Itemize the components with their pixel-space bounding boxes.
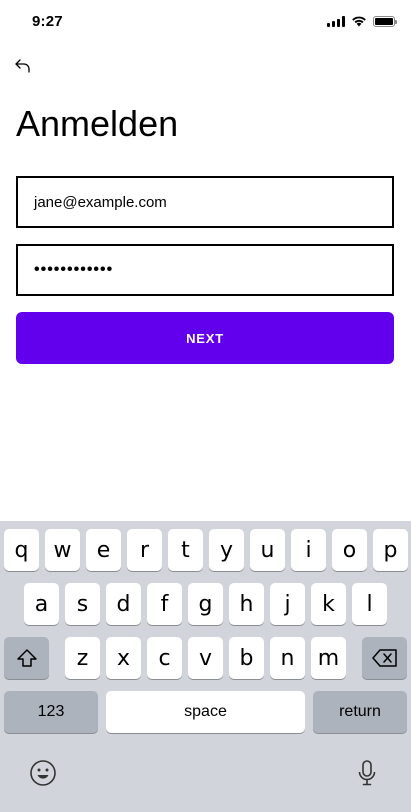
password-value: ••••••••••••	[34, 261, 114, 278]
key-s[interactable]: s	[65, 583, 100, 625]
key-v[interactable]: v	[188, 637, 223, 679]
key-w[interactable]: w	[45, 529, 80, 571]
key-i[interactable]: i	[291, 529, 326, 571]
microphone-button[interactable]	[353, 757, 381, 789]
back-arrow-icon	[15, 59, 30, 73]
emoji-icon	[30, 760, 56, 786]
key-f[interactable]: f	[147, 583, 182, 625]
backspace-icon	[371, 649, 397, 667]
status-icons	[327, 15, 397, 27]
key-a[interactable]: a	[24, 583, 59, 625]
keyboard: q w e r t y u i o p a s d f g h j k l z …	[0, 521, 411, 812]
key-q[interactable]: q	[4, 529, 39, 571]
space-key[interactable]: space	[106, 691, 305, 733]
email-field[interactable]: jane@example.com	[16, 176, 394, 228]
key-h[interactable]: h	[229, 583, 264, 625]
numbers-key[interactable]: 123	[4, 691, 98, 733]
key-r[interactable]: r	[127, 529, 162, 571]
key-j[interactable]: j	[270, 583, 305, 625]
password-field[interactable]: ••••••••••••	[16, 244, 394, 296]
return-key[interactable]: return	[313, 691, 407, 733]
key-b[interactable]: b	[229, 637, 264, 679]
key-g[interactable]: g	[188, 583, 223, 625]
key-p[interactable]: p	[373, 529, 408, 571]
microphone-icon	[358, 760, 376, 786]
key-o[interactable]: o	[332, 529, 367, 571]
key-y[interactable]: y	[209, 529, 244, 571]
wifi-icon	[352, 16, 366, 27]
shift-key[interactable]	[4, 637, 49, 679]
back-button[interactable]	[13, 56, 33, 76]
battery-icon	[373, 15, 397, 27]
emoji-button[interactable]	[27, 757, 59, 789]
signal-icon	[327, 15, 345, 27]
page-title: Anmelden	[16, 103, 179, 144]
email-value: jane@example.com	[34, 193, 167, 211]
key-m[interactable]: m	[311, 637, 346, 679]
key-x[interactable]: x	[106, 637, 141, 679]
key-c[interactable]: c	[147, 637, 182, 679]
key-d[interactable]: d	[106, 583, 141, 625]
key-k[interactable]: k	[311, 583, 346, 625]
key-t[interactable]: t	[168, 529, 203, 571]
key-u[interactable]: u	[250, 529, 285, 571]
key-l[interactable]: l	[352, 583, 387, 625]
key-e[interactable]: e	[86, 529, 121, 571]
backspace-key[interactable]	[362, 637, 407, 679]
next-button[interactable]: NEXT	[16, 312, 394, 364]
key-n[interactable]: n	[270, 637, 305, 679]
status-time: 9:27	[32, 13, 63, 30]
key-z[interactable]: z	[65, 637, 100, 679]
shift-icon	[16, 649, 37, 667]
status-bar: 9:27	[0, 0, 411, 44]
